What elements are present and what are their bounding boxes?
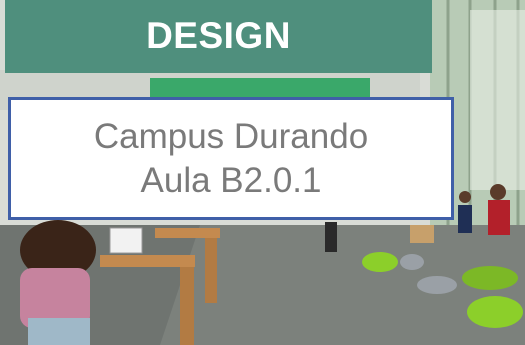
room-label-box: Campus Durando Aula B2.0.1 (8, 97, 454, 220)
room-number: Aula B2.0.1 (140, 160, 322, 200)
slide: DESIGN Campus Durando Aula B2.0.1 (0, 0, 525, 345)
banner-title: DESIGN (146, 14, 291, 56)
design-banner: DESIGN (5, 0, 432, 73)
campus-name: Campus Durando (93, 116, 369, 156)
